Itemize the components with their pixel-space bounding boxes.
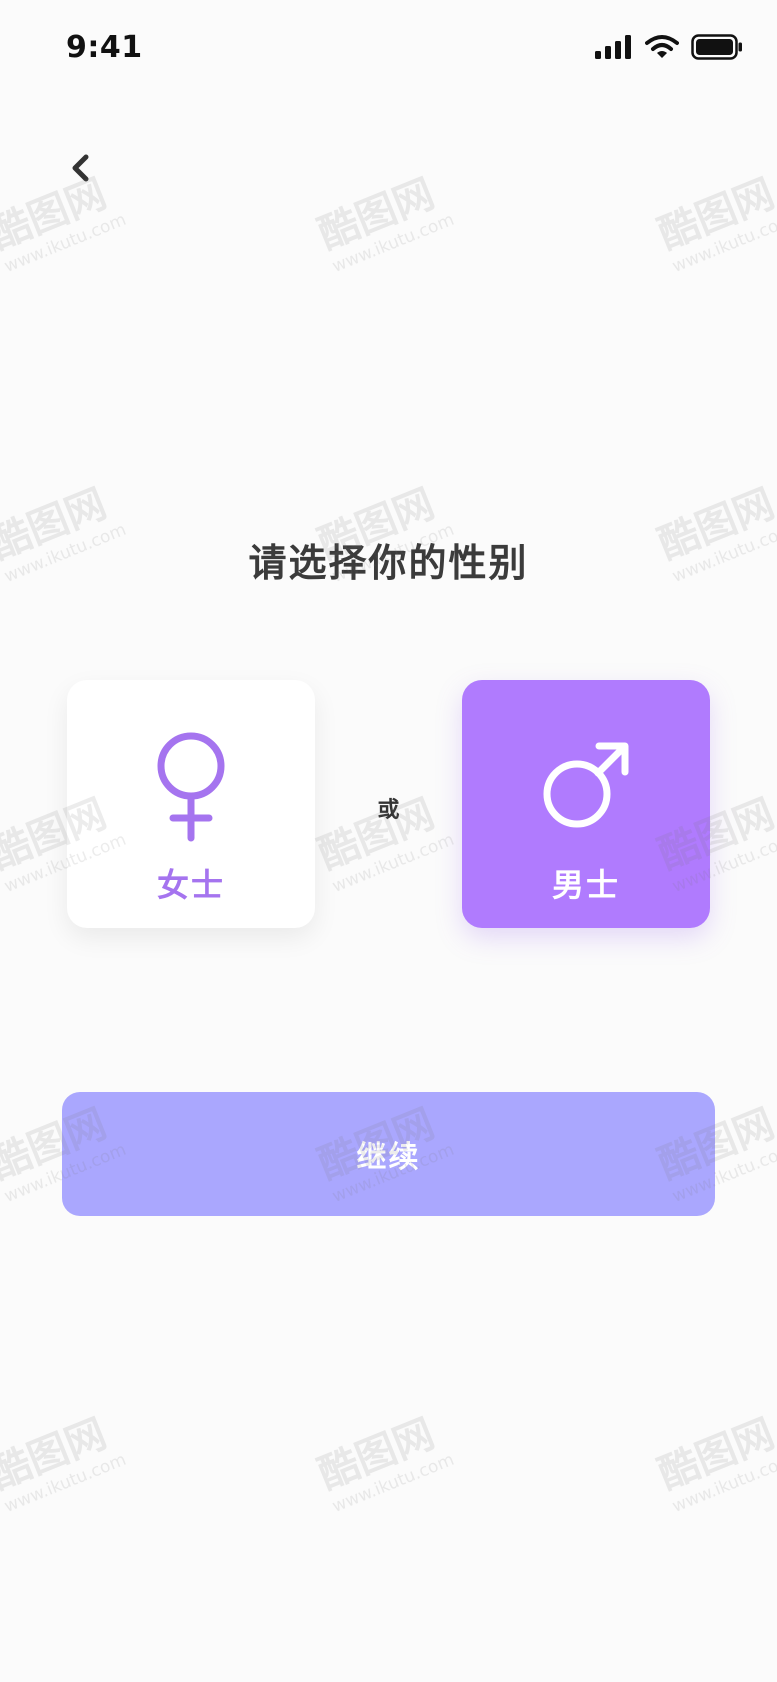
status-bar: 9:41 bbox=[0, 0, 777, 100]
watermark: 酷图网www.ikutu.com bbox=[0, 1410, 130, 1517]
female-label: 女士 bbox=[156, 866, 225, 904]
signal-icon bbox=[595, 35, 633, 63]
status-icons bbox=[595, 34, 743, 64]
watermark: 酷图网www.ikutu.com bbox=[652, 1410, 777, 1517]
back-button[interactable] bbox=[56, 146, 104, 194]
male-label: 男士 bbox=[551, 866, 620, 904]
page-title: 请选择你的性别 bbox=[248, 541, 529, 585]
status-time: 9:41 bbox=[66, 30, 143, 65]
male-symbol-icon bbox=[541, 732, 631, 842]
watermark: 酷图网www.ikutu.com bbox=[312, 1410, 458, 1517]
female-symbol-icon bbox=[146, 732, 236, 842]
gender-option-male[interactable]: 男士 bbox=[462, 680, 710, 928]
watermark: 酷图网www.ikutu.com bbox=[652, 170, 777, 277]
chevron-left-icon bbox=[68, 153, 92, 187]
wifi-icon bbox=[645, 34, 679, 64]
continue-button[interactable]: 继续 bbox=[62, 1092, 715, 1216]
watermark: 酷图网www.ikutu.com bbox=[312, 170, 458, 277]
battery-icon bbox=[691, 34, 743, 64]
